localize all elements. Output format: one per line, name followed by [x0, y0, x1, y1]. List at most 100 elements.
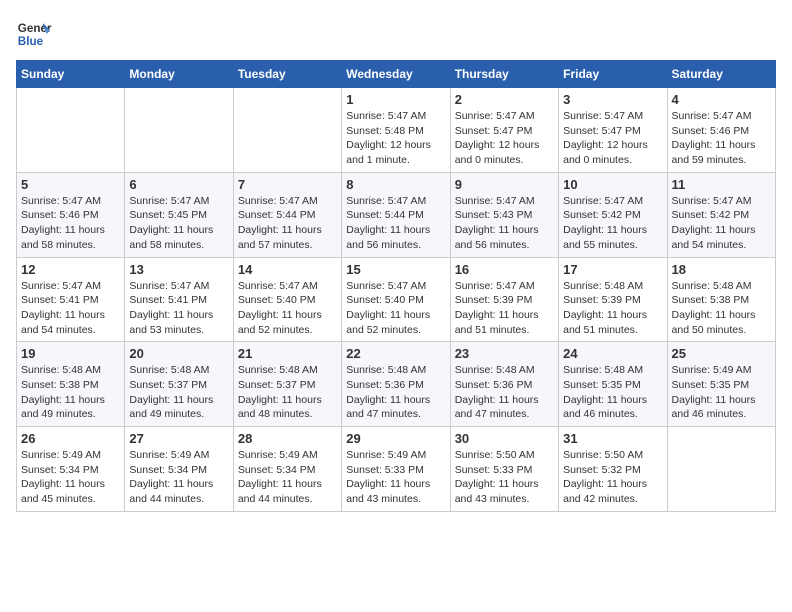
day-info: Sunrise: 5:47 AMSunset: 5:40 PMDaylight:…	[346, 279, 445, 338]
calendar-cell: 15 Sunrise: 5:47 AMSunset: 5:40 PMDayligh…	[342, 257, 450, 342]
page-header: General Blue	[16, 16, 776, 52]
day-number: 15	[346, 262, 445, 277]
calendar-cell	[233, 88, 341, 173]
day-number: 10	[563, 177, 662, 192]
day-number: 31	[563, 431, 662, 446]
calendar-cell: 25 Sunrise: 5:49 AMSunset: 5:35 PMDayligh…	[667, 342, 775, 427]
calendar-cell	[667, 427, 775, 512]
calendar-header-row: SundayMondayTuesdayWednesdayThursdayFrid…	[17, 61, 776, 88]
calendar-cell: 22 Sunrise: 5:48 AMSunset: 5:36 PMDayligh…	[342, 342, 450, 427]
calendar-cell: 21 Sunrise: 5:48 AMSunset: 5:37 PMDayligh…	[233, 342, 341, 427]
day-info: Sunrise: 5:47 AMSunset: 5:43 PMDaylight:…	[455, 194, 554, 253]
day-info: Sunrise: 5:48 AMSunset: 5:37 PMDaylight:…	[129, 363, 228, 422]
day-info: Sunrise: 5:47 AMSunset: 5:42 PMDaylight:…	[563, 194, 662, 253]
day-number: 2	[455, 92, 554, 107]
day-number: 19	[21, 346, 120, 361]
calendar-cell: 3 Sunrise: 5:47 AMSunset: 5:47 PMDaylight…	[559, 88, 667, 173]
calendar-cell: 14 Sunrise: 5:47 AMSunset: 5:40 PMDayligh…	[233, 257, 341, 342]
calendar-cell: 18Sunrise: 5:48 AMSunset: 5:38 PMDayligh…	[667, 257, 775, 342]
calendar-cell: 1 Sunrise: 5:47 AMSunset: 5:48 PMDaylight…	[342, 88, 450, 173]
day-number: 8	[346, 177, 445, 192]
day-number: 3	[563, 92, 662, 107]
day-number: 1	[346, 92, 445, 107]
calendar-cell: 7 Sunrise: 5:47 AMSunset: 5:44 PMDaylight…	[233, 172, 341, 257]
calendar-cell: 29 Sunrise: 5:49 AMSunset: 5:33 PMDayligh…	[342, 427, 450, 512]
weekday-header: Monday	[125, 61, 233, 88]
svg-text:Blue: Blue	[18, 35, 44, 48]
day-info: Sunrise: 5:47 AMSunset: 5:46 PMDaylight:…	[672, 109, 771, 168]
day-number: 4	[672, 92, 771, 107]
logo-icon: General Blue	[16, 16, 52, 52]
calendar-cell: 28Sunrise: 5:49 AMSunset: 5:34 PMDayligh…	[233, 427, 341, 512]
day-number: 24	[563, 346, 662, 361]
calendar-cell: 31 Sunrise: 5:50 AMSunset: 5:32 PMDayligh…	[559, 427, 667, 512]
day-info: Sunrise: 5:47 AMSunset: 5:47 PMDaylight:…	[563, 109, 662, 168]
calendar-week-row: 1 Sunrise: 5:47 AMSunset: 5:48 PMDaylight…	[17, 88, 776, 173]
day-number: 12	[21, 262, 120, 277]
day-number: 9	[455, 177, 554, 192]
day-info: Sunrise: 5:50 AMSunset: 5:32 PMDaylight:…	[563, 448, 662, 507]
day-number: 22	[346, 346, 445, 361]
day-number: 29	[346, 431, 445, 446]
day-number: 13	[129, 262, 228, 277]
day-info: Sunrise: 5:47 AMSunset: 5:39 PMDaylight:…	[455, 279, 554, 338]
calendar-cell	[125, 88, 233, 173]
calendar-cell: 26Sunrise: 5:49 AMSunset: 5:34 PMDayligh…	[17, 427, 125, 512]
calendar-cell: 6Sunrise: 5:47 AMSunset: 5:45 PMDaylight…	[125, 172, 233, 257]
calendar-cell: 9 Sunrise: 5:47 AMSunset: 5:43 PMDaylight…	[450, 172, 558, 257]
day-info: Sunrise: 5:47 AMSunset: 5:47 PMDaylight:…	[455, 109, 554, 168]
day-info: Sunrise: 5:49 AMSunset: 5:33 PMDaylight:…	[346, 448, 445, 507]
weekday-header: Wednesday	[342, 61, 450, 88]
day-info: Sunrise: 5:50 AMSunset: 5:33 PMDaylight:…	[455, 448, 554, 507]
calendar-cell: 19 Sunrise: 5:48 AMSunset: 5:38 PMDayligh…	[17, 342, 125, 427]
weekday-header: Friday	[559, 61, 667, 88]
day-info: Sunrise: 5:47 AMSunset: 5:41 PMDaylight:…	[21, 279, 120, 338]
day-number: 11	[672, 177, 771, 192]
weekday-header: Tuesday	[233, 61, 341, 88]
day-number: 7	[238, 177, 337, 192]
day-number: 25	[672, 346, 771, 361]
calendar-cell: 17 Sunrise: 5:48 AMSunset: 5:39 PMDayligh…	[559, 257, 667, 342]
day-number: 28	[238, 431, 337, 446]
logo: General Blue	[16, 16, 52, 52]
weekday-header: Thursday	[450, 61, 558, 88]
calendar-cell: 10 Sunrise: 5:47 AMSunset: 5:42 PMDayligh…	[559, 172, 667, 257]
calendar-week-row: 12 Sunrise: 5:47 AMSunset: 5:41 PMDayligh…	[17, 257, 776, 342]
day-info: Sunrise: 5:48 AMSunset: 5:37 PMDaylight:…	[238, 363, 337, 422]
day-info: Sunrise: 5:48 AMSunset: 5:39 PMDaylight:…	[563, 279, 662, 338]
day-info: Sunrise: 5:47 AMSunset: 5:40 PMDaylight:…	[238, 279, 337, 338]
calendar-cell: 2 Sunrise: 5:47 AMSunset: 5:47 PMDaylight…	[450, 88, 558, 173]
day-info: Sunrise: 5:47 AMSunset: 5:44 PMDaylight:…	[346, 194, 445, 253]
day-number: 26	[21, 431, 120, 446]
day-info: Sunrise: 5:49 AMSunset: 5:35 PMDaylight:…	[672, 363, 771, 422]
calendar-cell: 27 Sunrise: 5:49 AMSunset: 5:34 PMDayligh…	[125, 427, 233, 512]
calendar-cell: 20 Sunrise: 5:48 AMSunset: 5:37 PMDayligh…	[125, 342, 233, 427]
calendar-week-row: 26 Sunrise: 5:49 AMSunset: 5:34 PMDayligh…	[17, 427, 776, 512]
calendar-cell: 11Sunrise: 5:47 AMSunset: 5:42 PMDayligh…	[667, 172, 775, 257]
day-info: Sunrise: 5:47 AMSunset: 5:48 PMDaylight:…	[346, 109, 445, 168]
day-number: 14	[238, 262, 337, 277]
day-info: Sunrise: 5:49 AMSunset: 5:34 PMDaylight:…	[129, 448, 228, 507]
day-number: 18	[672, 262, 771, 277]
day-info: Sunrise: 5:48 AMSunset: 5:36 PMDaylight:…	[455, 363, 554, 422]
calendar-cell: 30 Sunrise: 5:50 AMSunset: 5:33 PMDayligh…	[450, 427, 558, 512]
day-number: 27	[129, 431, 228, 446]
day-number: 17	[563, 262, 662, 277]
day-number: 30	[455, 431, 554, 446]
weekday-header: Saturday	[667, 61, 775, 88]
calendar-cell: 16Sunrise: 5:47 AMSunset: 5:39 PMDayligh…	[450, 257, 558, 342]
calendar-cell: 5Sunrise: 5:47 AMSunset: 5:46 PMDaylight…	[17, 172, 125, 257]
day-number: 23	[455, 346, 554, 361]
calendar-cell: 23 Sunrise: 5:48 AMSunset: 5:36 PMDayligh…	[450, 342, 558, 427]
calendar-cell	[17, 88, 125, 173]
day-info: Sunrise: 5:48 AMSunset: 5:38 PMDaylight:…	[21, 363, 120, 422]
day-info: Sunrise: 5:47 AMSunset: 5:44 PMDaylight:…	[238, 194, 337, 253]
day-number: 20	[129, 346, 228, 361]
day-info: Sunrise: 5:47 AMSunset: 5:45 PMDaylight:…	[129, 194, 228, 253]
day-info: Sunrise: 5:47 AMSunset: 5:41 PMDaylight:…	[129, 279, 228, 338]
calendar-week-row: 5Sunrise: 5:47 AMSunset: 5:46 PMDaylight…	[17, 172, 776, 257]
day-info: Sunrise: 5:48 AMSunset: 5:36 PMDaylight:…	[346, 363, 445, 422]
day-number: 21	[238, 346, 337, 361]
calendar-cell: 12 Sunrise: 5:47 AMSunset: 5:41 PMDayligh…	[17, 257, 125, 342]
day-info: Sunrise: 5:47 AMSunset: 5:46 PMDaylight:…	[21, 194, 120, 253]
